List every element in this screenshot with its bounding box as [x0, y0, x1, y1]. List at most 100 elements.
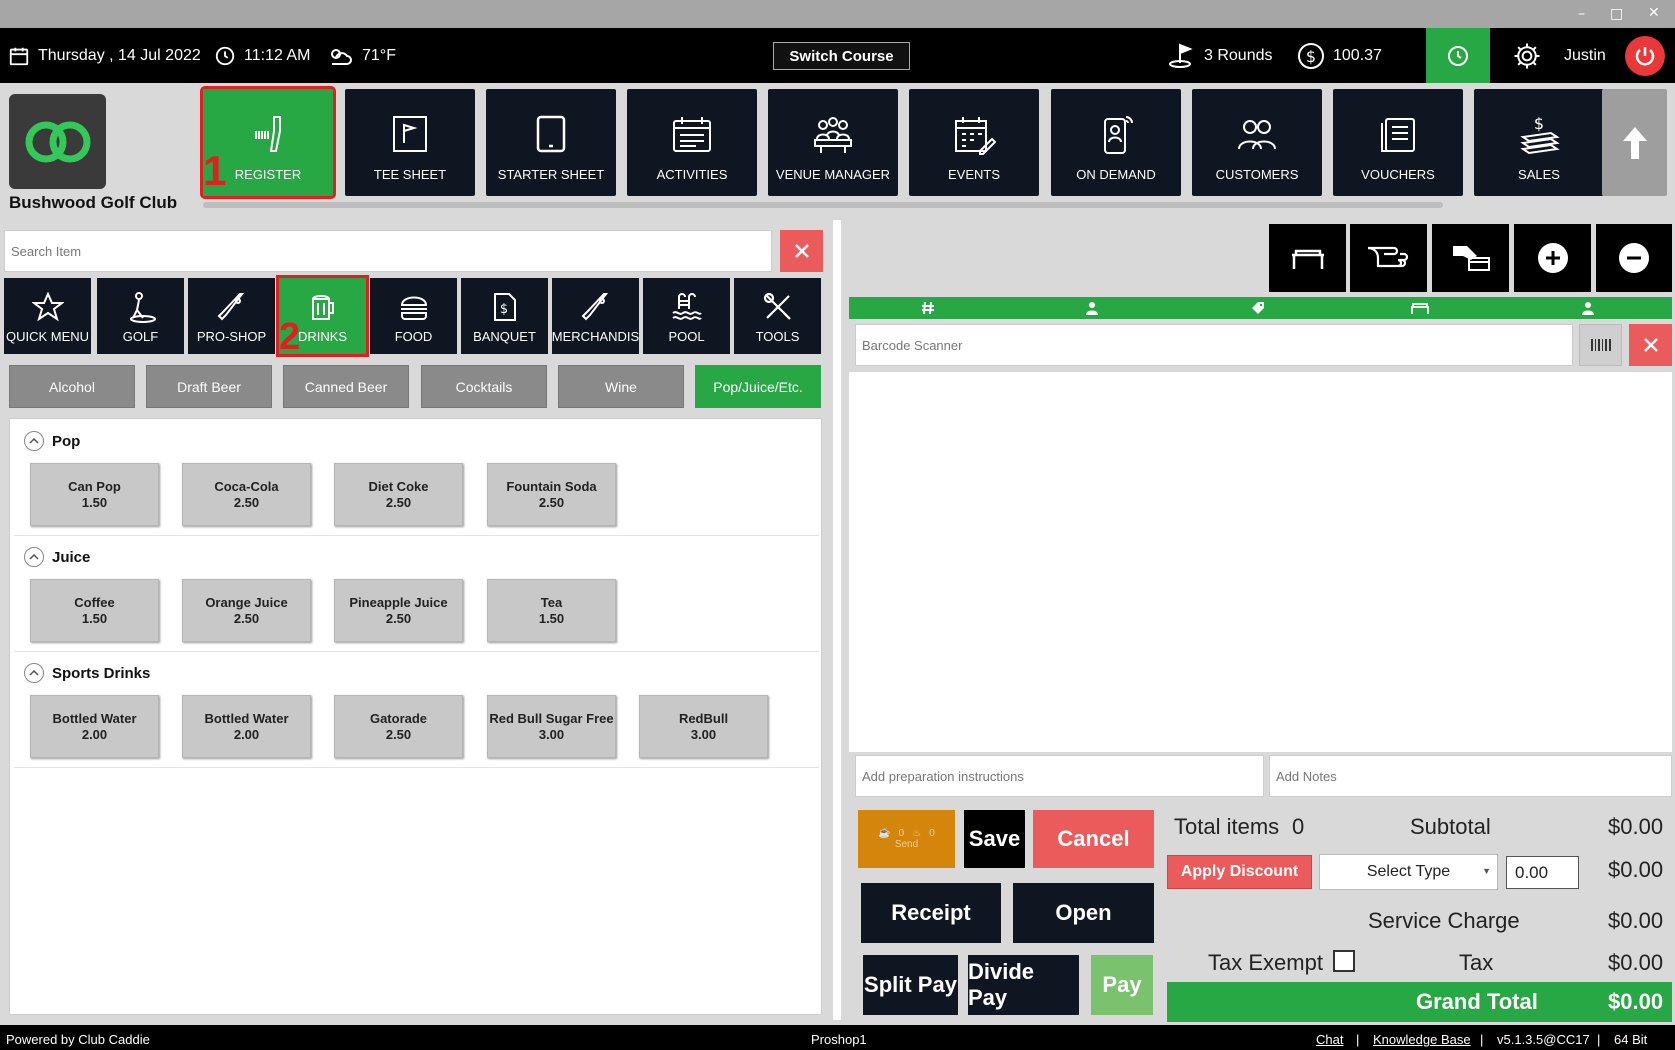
- power-button[interactable]: [1625, 36, 1665, 76]
- notes-input[interactable]: Add Notes: [1269, 755, 1672, 797]
- table-button[interactable]: [1269, 224, 1346, 292]
- item-button[interactable]: Bottled Water 2.00: [30, 695, 159, 758]
- item-button[interactable]: Coffee 1.50: [30, 579, 159, 642]
- subtotal-label: Subtotal: [1410, 814, 1491, 839]
- balance-text: 100.37: [1333, 46, 1382, 64]
- switch-course-button[interactable]: Switch Course: [773, 42, 910, 70]
- scan-barcode-button[interactable]: [1579, 324, 1622, 366]
- item-button[interactable]: Orange Juice 2.50: [182, 579, 311, 642]
- minimize-icon[interactable]: –: [1578, 6, 1585, 22]
- cancel-button[interactable]: Cancel: [1033, 810, 1154, 868]
- hand-card-button[interactable]: [1432, 224, 1509, 292]
- item-name: Pineapple Juice: [349, 594, 448, 610]
- receipt-button[interactable]: Receipt: [861, 883, 1001, 943]
- subcategory-alcohol[interactable]: Alcohol: [9, 365, 135, 408]
- category-label: MERCHANDIS: [551, 329, 640, 344]
- subcategory-canned-beer[interactable]: Canned Beer: [283, 365, 409, 408]
- chat-link[interactable]: Chat: [1316, 1032, 1343, 1047]
- nav-venue-manager[interactable]: VENUE MANAGER: [768, 89, 898, 196]
- tax-exempt-checkbox[interactable]: [1333, 950, 1355, 972]
- total-items-value: 0: [1292, 814, 1305, 839]
- send-button[interactable]: ☕ 0 ♨ 0 Send: [858, 810, 955, 868]
- item-button[interactable]: Diet Coke 2.50: [334, 463, 463, 526]
- group-header-juice[interactable]: Juice: [24, 547, 90, 567]
- discount-value-input[interactable]: 0.00: [1506, 856, 1579, 889]
- subcategory-cocktails[interactable]: Cocktails: [421, 365, 547, 408]
- subcategory-pop-juice[interactable]: Pop/Juice/Etc.: [695, 365, 821, 408]
- send-count-drinks: 0: [898, 828, 905, 839]
- category-golf[interactable]: GOLF: [97, 278, 184, 354]
- item-name: Can Pop: [68, 478, 121, 494]
- calendar-list-icon: [673, 117, 711, 152]
- timeclock-button[interactable]: [1426, 28, 1490, 83]
- tag-icon: [1252, 302, 1264, 314]
- category-merchandise[interactable]: MERCHANDIS: [552, 278, 639, 354]
- nav-on-demand[interactable]: ON DEMAND: [1051, 89, 1181, 196]
- nav-activities[interactable]: ACTIVITIES: [627, 89, 757, 196]
- maximize-icon[interactable]: □: [1610, 6, 1623, 22]
- minus-circle-icon: [1619, 243, 1649, 273]
- nav-vouchers[interactable]: VOUCHERS: [1333, 89, 1463, 196]
- discount-type-value: Select Type: [1366, 863, 1451, 880]
- preparation-instructions-input[interactable]: Add preparation instructions: [855, 755, 1264, 797]
- item-button[interactable]: Pineapple Juice 2.50: [334, 579, 463, 642]
- panel-splitter[interactable]: [833, 220, 841, 1020]
- item-button[interactable]: Bottled Water 2.00: [182, 695, 311, 758]
- group-header-sports-drinks[interactable]: Sports Drinks: [24, 663, 150, 683]
- nav-customers-label: CUSTOMERS: [1215, 167, 1299, 182]
- item-button[interactable]: Red Bull Sugar Free 3.00: [487, 695, 616, 758]
- close-window-icon[interactable]: ✕: [1648, 5, 1660, 21]
- category-banquet[interactable]: $ BANQUET: [461, 278, 548, 354]
- category-pro-shop[interactable]: PRO-SHOP: [188, 278, 275, 354]
- meeting-icon: [814, 117, 852, 153]
- tax-label: Tax: [1459, 950, 1494, 975]
- clear-barcode-button[interactable]: [1629, 324, 1672, 366]
- discount-type-select[interactable]: Select Type ▼: [1319, 854, 1498, 890]
- save-button[interactable]: Save: [964, 810, 1025, 868]
- knowledge-base-link[interactable]: Knowledge Base: [1373, 1032, 1471, 1047]
- nav-customers[interactable]: CUSTOMERS: [1192, 89, 1322, 196]
- item-button[interactable]: Coca-Cola 2.50: [182, 463, 311, 526]
- category-food[interactable]: FOOD: [370, 278, 457, 354]
- nav-starter-sheet[interactable]: STARTER SHEET: [486, 89, 616, 196]
- item-button[interactable]: RedBull 3.00: [639, 695, 768, 758]
- barcode-scanner-input[interactable]: Barcode Scanner: [855, 324, 1573, 366]
- item-button[interactable]: Gatorade 2.50: [334, 695, 463, 758]
- hand-point-button[interactable]: [1350, 224, 1427, 292]
- clear-search-button[interactable]: [780, 230, 823, 272]
- category-pool[interactable]: POOL: [643, 278, 730, 354]
- category-tools[interactable]: TOOLS: [734, 278, 821, 354]
- item-price: 2.00: [81, 726, 108, 742]
- subcategory-draft-beer[interactable]: Draft Beer: [146, 365, 272, 408]
- item-button[interactable]: Fountain Soda 2.50: [487, 463, 616, 526]
- add-item-button[interactable]: [1514, 224, 1591, 292]
- user-name[interactable]: Justin: [1564, 28, 1606, 83]
- collapse-nav-button[interactable]: [1602, 89, 1667, 196]
- weather-text: 71°F: [362, 46, 396, 64]
- club-logo: [9, 94, 106, 189]
- group-name: Sports Drinks: [52, 664, 151, 682]
- nav-tee-sheet-label: TEE SHEET: [373, 167, 447, 182]
- settings-button[interactable]: [1512, 28, 1542, 83]
- search-input[interactable]: Search Item: [4, 230, 772, 272]
- nav-sales-label: SALES: [1518, 167, 1560, 182]
- pool-icon: [671, 293, 702, 320]
- open-button[interactable]: Open: [1013, 883, 1154, 943]
- divide-pay-button[interactable]: Divide Pay: [968, 955, 1079, 1015]
- subcategory-wine[interactable]: Wine: [558, 365, 684, 408]
- remove-item-button[interactable]: [1596, 224, 1672, 292]
- split-pay-button[interactable]: Split Pay: [863, 955, 958, 1015]
- nav-tee-sheet[interactable]: TEE SHEET: [345, 89, 475, 196]
- nav-sales[interactable]: $ SALES: [1474, 89, 1604, 196]
- group-header-pop[interactable]: Pop: [24, 431, 80, 451]
- item-button[interactable]: Can Pop 1.50: [30, 463, 159, 526]
- drink-icon: ☕: [878, 828, 891, 839]
- version-text: v5.1.3.5@CC17: [1497, 1032, 1590, 1047]
- item-button[interactable]: Tea 1.50: [487, 579, 616, 642]
- golfer-icon: [129, 292, 156, 323]
- pay-button[interactable]: Pay: [1091, 955, 1153, 1015]
- nav-events[interactable]: EVENTS: [909, 89, 1039, 196]
- apply-discount-button[interactable]: Apply Discount: [1167, 855, 1312, 889]
- category-quick-menu[interactable]: QUICK MENU: [4, 278, 91, 354]
- nav-scrollbar[interactable]: [203, 202, 1443, 208]
